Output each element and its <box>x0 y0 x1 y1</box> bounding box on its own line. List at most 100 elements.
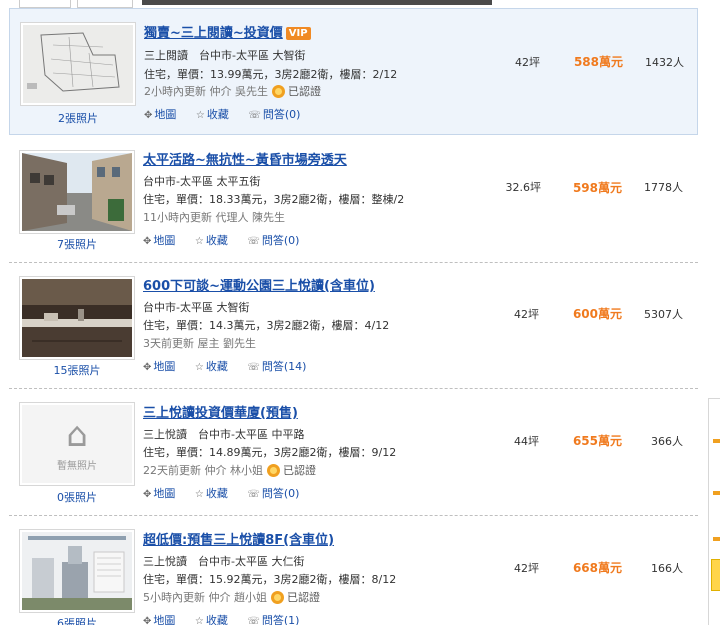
listing-row[interactable]: 15張照片 600下可談~運動公園三上悅讀(含車位) 台中市-太平區 大智街 住… <box>9 264 698 391</box>
listing-title-link[interactable]: 太平活路~無抗性~黃昏市場旁透天 <box>143 149 347 168</box>
favorite-button[interactable]: ☆ 收藏 <box>195 358 228 374</box>
sidebar-fragment-mark <box>713 537 720 541</box>
ask-label: 問答(14) <box>261 360 307 373</box>
favorite-icon: ☆ <box>194 236 204 247</box>
listing-photo[interactable] <box>19 150 135 234</box>
favorite-button[interactable]: ☆ 收藏 <box>195 485 228 501</box>
map-label: 地圖 <box>153 234 176 247</box>
ask-button[interactable]: ☏ 問答(14) <box>247 358 306 374</box>
certified-label: 已認證 <box>288 85 321 98</box>
map-button[interactable]: ✥ 地圖 <box>143 232 175 248</box>
favorite-label: 收藏 <box>205 614 228 625</box>
listing-photo[interactable]: ⌂ 暫無照片 <box>19 402 135 486</box>
favorite-label: 收藏 <box>205 360 228 373</box>
favorite-icon: ☆ <box>194 616 204 625</box>
chat-icon: ☏ <box>247 362 260 373</box>
ask-label: 問答(0) <box>261 234 300 247</box>
favorite-icon: ☆ <box>194 362 204 373</box>
street-photo <box>22 153 132 231</box>
listing-views: 166人 <box>651 562 683 575</box>
chat-icon: ☏ <box>247 616 260 625</box>
photo-count-link[interactable]: 6張照片 <box>19 615 135 625</box>
map-label: 地圖 <box>153 487 176 500</box>
favorite-button[interactable]: ☆ 收藏 <box>195 232 228 248</box>
photo-count-link[interactable]: 7張照片 <box>19 236 135 252</box>
listing-views: 5307人 <box>644 308 683 321</box>
listing-price: 655萬元 <box>572 434 622 448</box>
listing-row[interactable]: 6張照片 超低價:預售三上悅讀8F(含車位) 三上悅讀 台中市-太平區 大仁街 … <box>9 517 698 625</box>
map-button[interactable]: ✥ 地圖 <box>143 358 175 374</box>
map-pin-icon: ✥ <box>143 362 152 373</box>
listing-row[interactable]: ⌂ 暫無照片 0張照片 三上悅讀投資價華廈(預售) 三上悅讀 台中市-太平區 中… <box>9 390 698 517</box>
listing-photo[interactable] <box>19 529 135 613</box>
listing-details: 住宅，單價：14.89萬元，3房2廳2衛，樓層：9/12 <box>143 446 397 459</box>
map-button[interactable]: ✥ 地圖 <box>144 106 176 122</box>
ask-label: 問答(0) <box>262 108 301 121</box>
listing-actions: ✥ 地圖 ☆ 收藏 ☏ 問答(0) <box>143 232 315 248</box>
listing-views: 1432人 <box>645 56 684 69</box>
listing-update-info: 3天前更新 屋主 劉先生 <box>143 337 256 350</box>
listing-actions: ✥ 地圖 ☆ 收藏 ☏ 問答(14) <box>143 358 322 374</box>
listing-photo[interactable] <box>20 22 136 106</box>
favorite-button[interactable]: ☆ 收藏 <box>196 106 229 122</box>
map-button[interactable]: ✥ 地圖 <box>143 485 175 501</box>
ask-button[interactable]: ☏ 問答(1) <box>247 612 299 625</box>
listing-location: 台中市-太平區 大智街 <box>143 301 250 314</box>
listing-row[interactable]: 2張照片 獨賣~三上閱讀~投資價 VIP 三上閱讀 台中市-太平區 大智街 住宅，… <box>9 8 698 135</box>
listing-title-link[interactable]: 600下可談~運動公園三上悅讀(含車位) <box>143 275 375 294</box>
listing-details: 住宅，單價：15.92萬元，3房2廳2衛，樓層：8/12 <box>143 573 397 586</box>
listing-row[interactable]: 7張照片 太平活路~無抗性~黃昏市場旁透天 台中市-太平區 太平五街 住宅，單價… <box>9 138 698 265</box>
no-photo-placeholder: ⌂ 暫無照片 <box>22 405 132 483</box>
listing-actions: ✥ 地圖 ☆ 收藏 ☏ 問答(0) <box>143 485 315 501</box>
certified-label: 已認證 <box>287 591 320 604</box>
map-button[interactable]: ✥ 地圖 <box>143 612 175 625</box>
listing-update-info: 5小時內更新 仲介 趙小姐 已認證 <box>143 589 320 605</box>
listing-area: 32.6坪 <box>505 181 542 194</box>
thumbnail-fragment <box>77 0 133 8</box>
ask-button[interactable]: ☏ 問答(0) <box>247 485 299 501</box>
favorite-button[interactable]: ☆ 收藏 <box>195 612 228 625</box>
ask-label: 問答(0) <box>261 487 300 500</box>
kitchen-photo <box>22 279 132 357</box>
listing-title-link[interactable]: 超低價:預售三上悅讀8F(含車位) <box>143 529 334 548</box>
favorite-label: 收藏 <box>205 487 228 500</box>
map-pin-icon: ✥ <box>143 489 152 500</box>
listing-details: 住宅，單價：13.99萬元，3房2廳2衛，樓層：2/12 <box>144 68 398 81</box>
chat-icon: ☏ <box>247 236 260 247</box>
photo-count-link[interactable]: 0張照片 <box>19 489 135 505</box>
listing-location: 台中市-太平區 太平五街 <box>143 175 261 188</box>
sidebar-fragment-button[interactable] <box>711 559 720 591</box>
ask-button[interactable]: ☏ 問答(0) <box>248 106 300 122</box>
map-pin-icon: ✥ <box>143 236 152 247</box>
listing-title-link[interactable]: 三上悅讀投資價華廈(預售) <box>143 402 298 421</box>
photo-count-link[interactable]: 2張照片 <box>20 110 136 126</box>
listing-title-link[interactable]: 獨賣~三上閱讀~投資價 VIP <box>144 22 311 41</box>
chat-icon: ☏ <box>248 110 261 121</box>
listing-price: 600萬元 <box>572 307 622 321</box>
listing-area: 44坪 <box>514 435 539 448</box>
building-brochure-photo <box>22 532 132 610</box>
no-photo-text: 暫無照片 <box>57 460 97 472</box>
listing-title-text[interactable]: 獨賣~三上閱讀~投資價 <box>144 26 283 41</box>
row-divider <box>9 388 698 389</box>
favorite-label: 收藏 <box>205 234 228 247</box>
image-fragment <box>142 0 492 5</box>
ask-button[interactable]: ☏ 問答(0) <box>247 232 299 248</box>
sidebar-fragment-mark <box>713 491 720 495</box>
listing-area: 42坪 <box>514 308 539 321</box>
ask-label: 問答(1) <box>261 614 300 625</box>
map-label: 地圖 <box>154 108 177 121</box>
photo-count-link[interactable]: 15張照片 <box>19 362 135 378</box>
listing-area: 42坪 <box>515 56 540 69</box>
listing-area: 42坪 <box>514 562 539 575</box>
update-text: 22天前更新 仲介 林小姐 <box>143 464 263 477</box>
map-pin-icon: ✥ <box>143 616 152 625</box>
listing-price: 668萬元 <box>572 561 622 575</box>
previous-listing-fragment <box>0 0 720 8</box>
sidebar-panel-fragment <box>708 398 720 625</box>
listing-update-info: 2小時內更新 仲介 吳先生 已認證 <box>144 83 321 99</box>
listing-location: 三上悅讀 台中市-太平區 中平路 <box>143 428 305 441</box>
listing-photo[interactable] <box>19 276 135 360</box>
listing-price: 588萬元 <box>573 55 623 69</box>
floorplan-image <box>23 25 133 103</box>
